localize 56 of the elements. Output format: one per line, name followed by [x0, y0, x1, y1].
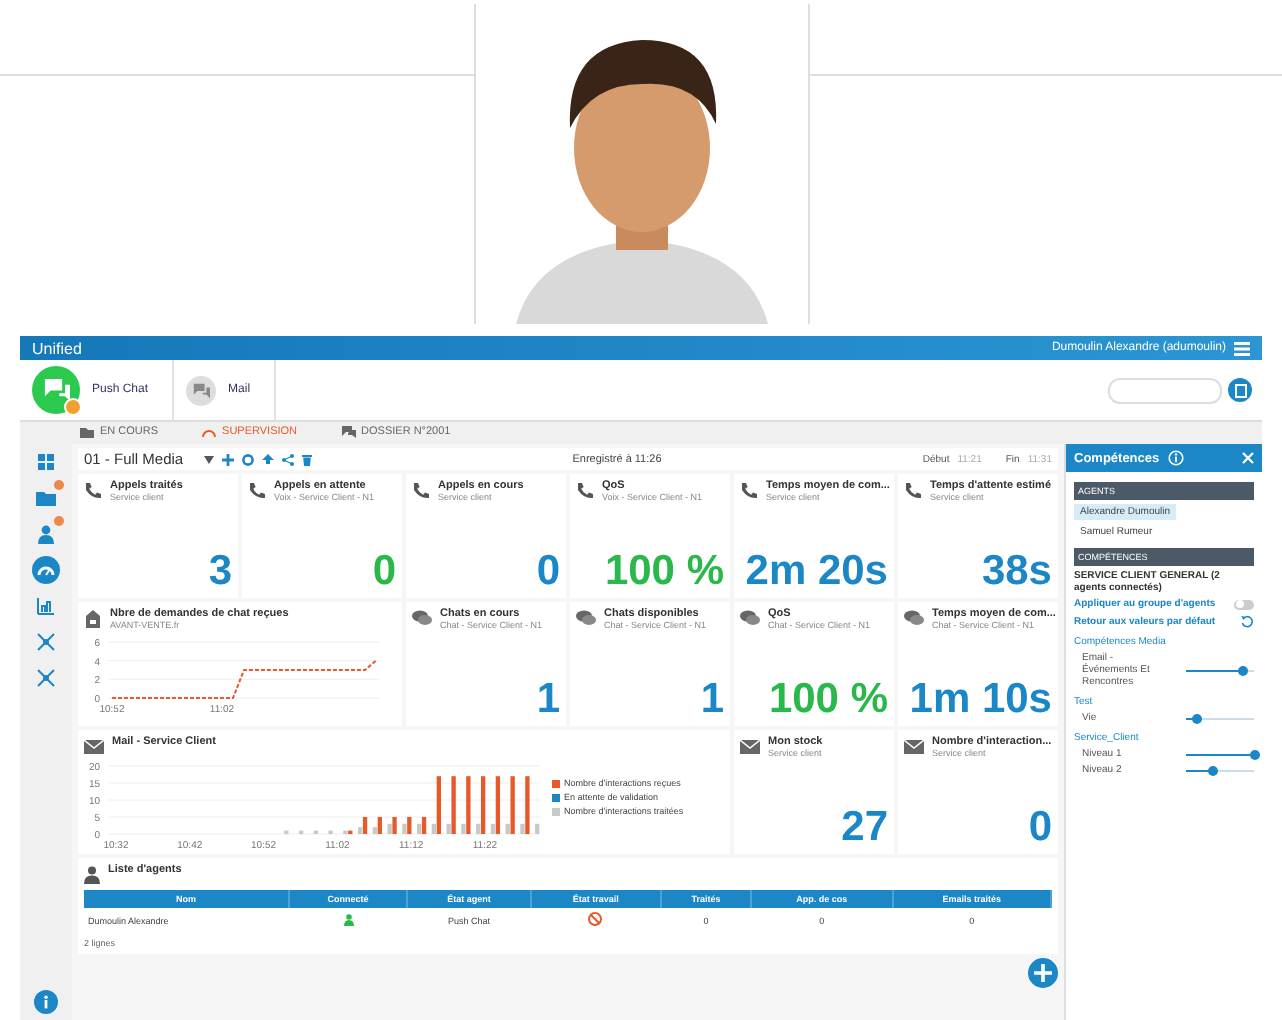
trash-icon[interactable]: [301, 453, 312, 465]
app-logo: Unified: [32, 339, 82, 357]
mail-icon: [904, 738, 924, 754]
stat-value: 1: [700, 678, 724, 720]
search-field[interactable]: [1108, 377, 1222, 403]
menu-icon[interactable]: [1234, 341, 1250, 355]
phone-icon: [740, 482, 758, 500]
phone-icon: [904, 482, 922, 500]
undo-icon[interactable]: [1240, 614, 1254, 628]
stat-value: 100 %: [604, 550, 724, 592]
add-button[interactable]: [1028, 958, 1058, 988]
mail-icon: [740, 738, 760, 754]
gauge-icon: [202, 426, 217, 438]
upload-icon[interactable]: [261, 453, 274, 465]
toggle-switch[interactable]: [1234, 599, 1254, 609]
info-icon[interactable]: [1167, 450, 1184, 466]
share-icon[interactable]: [281, 453, 294, 465]
folder-icon: [80, 426, 94, 438]
mail-icon: [84, 738, 104, 754]
phone-icon: [248, 482, 266, 500]
phone-icon: [412, 482, 430, 500]
stat-value: 0: [372, 550, 396, 592]
network-icon[interactable]: [32, 664, 60, 692]
stat-value: 38s: [981, 550, 1052, 592]
stat-value: 2m 20s: [745, 550, 888, 592]
chat-icon: [904, 610, 924, 626]
stat-value: 3: [208, 550, 232, 592]
chat-bubble-icon: [32, 366, 80, 414]
stat-value: 1m 10s: [909, 678, 1052, 720]
folder-icon[interactable]: [32, 484, 60, 512]
caret-icon[interactable]: [203, 455, 214, 463]
phone-icon: [576, 482, 594, 500]
stat-value: 0: [536, 550, 560, 592]
user-icon[interactable]: [32, 520, 60, 548]
stat-value: 1: [536, 678, 560, 720]
chat-icon: [412, 610, 432, 626]
dashboard-icon[interactable]: [32, 556, 60, 584]
phone-icon: [84, 482, 102, 500]
stat-value: 27: [841, 806, 888, 848]
network-icon[interactable]: [32, 628, 60, 656]
chat-icon: [341, 426, 356, 438]
bar: [535, 823, 540, 834]
chart-icon[interactable]: [32, 592, 60, 620]
building-icon: [84, 610, 102, 628]
add-icon[interactable]: [221, 453, 234, 465]
close-icon[interactable]: [1242, 452, 1254, 464]
stat-value: 100 %: [768, 678, 888, 720]
settings-icon[interactable]: [241, 453, 254, 465]
chat-icon: [576, 610, 596, 626]
chat-icon: [740, 610, 760, 626]
grid-icon[interactable]: [32, 448, 60, 476]
user-icon: [84, 866, 100, 884]
document-icon[interactable]: [1233, 383, 1247, 397]
document-button[interactable]: [1228, 378, 1252, 402]
stat-value: 0: [1028, 806, 1052, 848]
chat-bubble-icon: [186, 375, 217, 405]
